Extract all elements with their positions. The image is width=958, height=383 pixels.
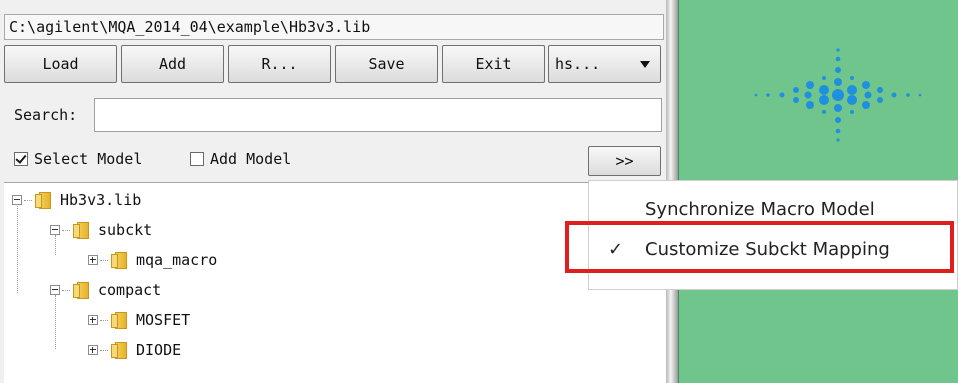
folder-icon — [110, 341, 128, 359]
library-panel: C:\agilent\MQA_2014_04\example\Hb3v3.lib… — [0, 0, 666, 383]
tree-node-label: DIODE — [136, 341, 182, 359]
tree-guide — [17, 203, 18, 293]
search-label: Search: — [14, 106, 78, 124]
expand-icon[interactable] — [88, 255, 98, 265]
tree-node-mqa-macro[interactable]: mqa_macro — [88, 249, 217, 271]
tree-node-label: subckt — [98, 221, 153, 239]
select-model-checkbox[interactable] — [14, 152, 28, 166]
tree-node-label: mqa_macro — [136, 251, 218, 269]
tree-node-label: MOSFET — [136, 311, 191, 329]
folder-icon — [72, 221, 90, 239]
tree-connector — [62, 229, 70, 231]
folder-icon — [110, 311, 128, 329]
more-options-button[interactable]: >> — [588, 146, 661, 176]
load-button[interactable]: Load — [4, 45, 117, 83]
collapse-icon[interactable] — [12, 195, 22, 205]
select-model-label: Select Model — [34, 150, 143, 168]
tree-node-compact[interactable]: compact — [50, 279, 161, 301]
select-model-option[interactable]: Select Model — [14, 150, 142, 168]
tree-node-label: Hb3v3.lib — [60, 191, 142, 209]
add-model-checkbox[interactable] — [190, 152, 204, 166]
tree-node-root[interactable]: Hb3v3.lib — [12, 189, 141, 211]
library-path: C:\agilent\MQA_2014_04\example\Hb3v3.lib — [4, 14, 664, 40]
tree-node-mosfet[interactable]: MOSFET — [88, 309, 190, 331]
save-button[interactable]: Save — [335, 45, 438, 83]
tree-node-label: compact — [98, 281, 162, 299]
dropdown-value: hs... — [555, 55, 601, 73]
tree-node-subckt[interactable]: subckt — [50, 219, 152, 241]
r-button[interactable]: R... — [228, 45, 331, 83]
tree-connector — [62, 289, 70, 291]
expand-icon[interactable] — [88, 345, 98, 355]
search-input[interactable] — [94, 98, 662, 132]
collapse-icon[interactable] — [50, 285, 60, 295]
add-model-label: Add Model — [210, 150, 292, 168]
tree-connector — [100, 319, 108, 321]
tree-connector — [24, 199, 32, 201]
model-type-dropdown[interactable]: hs... — [548, 45, 661, 83]
agilent-spark-logo — [754, 48, 922, 142]
folder-icon — [34, 191, 52, 209]
collapse-icon[interactable] — [50, 225, 60, 235]
add-button[interactable]: Add — [121, 45, 224, 83]
tree-connector — [100, 259, 108, 261]
tree-connector — [100, 349, 108, 351]
chevron-down-icon — [640, 61, 650, 68]
library-tree: Hb3v3.lib subckt mqa_macro compact MOSFE… — [4, 182, 666, 383]
app-window: C:\agilent\MQA_2014_04\example\Hb3v3.lib… — [0, 0, 958, 383]
folder-icon — [110, 251, 128, 269]
exit-button[interactable]: Exit — [442, 45, 545, 83]
tree-guide — [55, 295, 56, 349]
add-model-option[interactable]: Add Model — [190, 150, 291, 168]
expand-icon[interactable] — [88, 315, 98, 325]
tree-node-diode[interactable]: DIODE — [88, 339, 181, 361]
folder-icon — [72, 281, 90, 299]
annotation-highlight-box — [565, 221, 954, 273]
